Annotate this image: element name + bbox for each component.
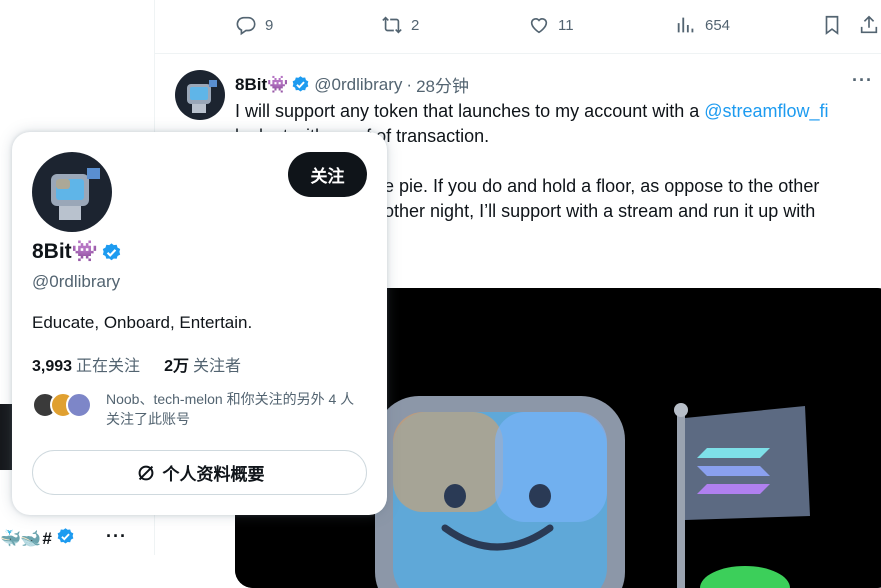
tweet-time[interactable]: 28分钟 — [416, 72, 469, 97]
card-name[interactable]: 8Bit 👾 — [32, 240, 122, 264]
retweet-count: 2 — [411, 16, 420, 34]
tweet-author-handle[interactable]: @0rdlibrary — [314, 75, 402, 95]
card-display-name: 8Bit — [32, 240, 72, 263]
author-emoji: 👾 — [267, 74, 289, 94]
card-stats: 3,993 正在关注 2万 关注者 — [32, 352, 241, 376]
more-icon[interactable]: ··· — [106, 526, 127, 547]
card-bio: Educate, Onboard, Entertain. — [32, 313, 253, 332]
account-hash: # — [42, 528, 52, 548]
left-account-row[interactable]: 🐳🐋 # ··· — [0, 522, 155, 555]
views-button[interactable]: 654 — [675, 14, 730, 36]
verified-badge-icon — [56, 527, 75, 551]
following-stat[interactable]: 3,993 正在关注 — [32, 352, 140, 376]
following-label: 正在关注 — [76, 358, 141, 375]
reply-icon — [236, 16, 256, 36]
profile-summary-label: 个人资料概要 — [162, 465, 265, 484]
share-button[interactable] — [858, 14, 881, 36]
tweet-line: I will support any token that launches t… — [235, 101, 705, 121]
mutual-avatars — [32, 389, 94, 419]
time-separator: · — [406, 74, 413, 94]
mutual-followers[interactable]: Noob、tech-melon 和你关注的另外 4 人关注了此账号 — [32, 389, 366, 429]
views-count: 654 — [705, 16, 731, 34]
mutual-avatar — [66, 392, 92, 418]
retweet-icon — [382, 16, 402, 34]
tweet-header: 8Bit 👾 @0rdlibrary · 28分钟 — [235, 72, 469, 97]
views-icon — [677, 17, 694, 33]
verified-badge-icon — [101, 242, 122, 263]
profile-summary-icon — [138, 465, 153, 480]
tweet-avatar[interactable] — [175, 70, 225, 120]
reply-button[interactable]: 9 — [235, 14, 273, 36]
card-handle[interactable]: @0rdlibrary — [32, 272, 120, 292]
follow-button[interactable]: 关注 — [288, 152, 367, 197]
retweet-button[interactable]: 2 — [381, 14, 419, 36]
like-button[interactable]: 11 — [528, 14, 574, 36]
profile-hover-card: 关注 8Bit 👾 @0rdlibrary Educate, Onboard, … — [12, 132, 387, 515]
card-avatar[interactable] — [32, 152, 112, 232]
verified-badge-icon — [291, 75, 310, 94]
account-emoji: 🐳🐋 — [0, 528, 41, 548]
followers-label: 关注者 — [192, 358, 241, 375]
following-count: 3,993 — [32, 358, 73, 375]
tweet-author-name[interactable]: 8Bit — [235, 75, 267, 95]
mention-link[interactable]: @streamflow_fi — [704, 101, 828, 121]
followers-count: 2万 — [164, 358, 189, 375]
like-count: 11 — [558, 16, 574, 34]
like-icon — [530, 18, 548, 34]
bookmark-icon — [825, 15, 839, 35]
reply-count: 9 — [265, 16, 274, 34]
followers-stat[interactable]: 2万 关注者 — [164, 352, 241, 376]
more-icon[interactable]: ··· — [852, 70, 873, 91]
card-name-emoji: 👾 — [71, 240, 98, 263]
share-icon — [860, 15, 878, 34]
mutual-followers-text: Noob、tech-melon 和你关注的另外 4 人关注了此账号 — [106, 391, 355, 427]
profile-summary-button[interactable]: 个人资料概要 — [32, 450, 367, 495]
bookmark-button[interactable] — [821, 14, 851, 36]
tweet-action-bar: 9 2 11 654 — [155, 0, 881, 54]
